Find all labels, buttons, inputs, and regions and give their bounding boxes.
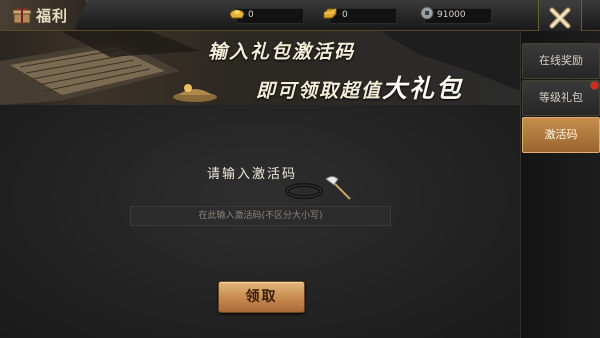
copper-coin-icon	[420, 6, 434, 20]
resource-slot-goldbar	[329, 8, 397, 24]
tab-activation-code[interactable]: 激活码	[522, 117, 600, 153]
page-title: 福利	[36, 7, 69, 25]
banner-subline-highlight: 大礼包	[382, 74, 464, 103]
claim-button[interactable]: 领取	[218, 281, 305, 313]
close-button[interactable]	[538, 0, 582, 35]
tab-online-reward[interactable]: 在线奖励	[522, 43, 600, 79]
gift-icon	[12, 7, 32, 24]
promo-banner: 输入礼包激活码 即可领取超值大礼包	[0, 31, 520, 105]
banner-headline: 输入礼包激活码	[208, 41, 356, 63]
activation-code-input[interactable]	[130, 206, 391, 226]
gold-ingot-icon	[229, 9, 245, 19]
notification-badge	[591, 82, 598, 89]
bracelet-axe-icon	[285, 176, 351, 200]
resource-value-ingot: 0	[248, 10, 254, 20]
close-icon	[549, 7, 571, 29]
banner-subline: 即可领取超值大礼包	[256, 69, 463, 105]
resource-slot-ingot	[236, 8, 304, 24]
banner-subline-prefix: 即可领取超值	[256, 80, 383, 102]
gold-bar-icon	[323, 8, 337, 19]
resource-value-coin: 91000	[437, 10, 466, 20]
top-bar: 福利 0 0 91000	[0, 0, 600, 31]
resource-value-goldbar: 0	[342, 10, 348, 20]
tab-level-gift[interactable]: 等级礼包	[522, 80, 600, 116]
